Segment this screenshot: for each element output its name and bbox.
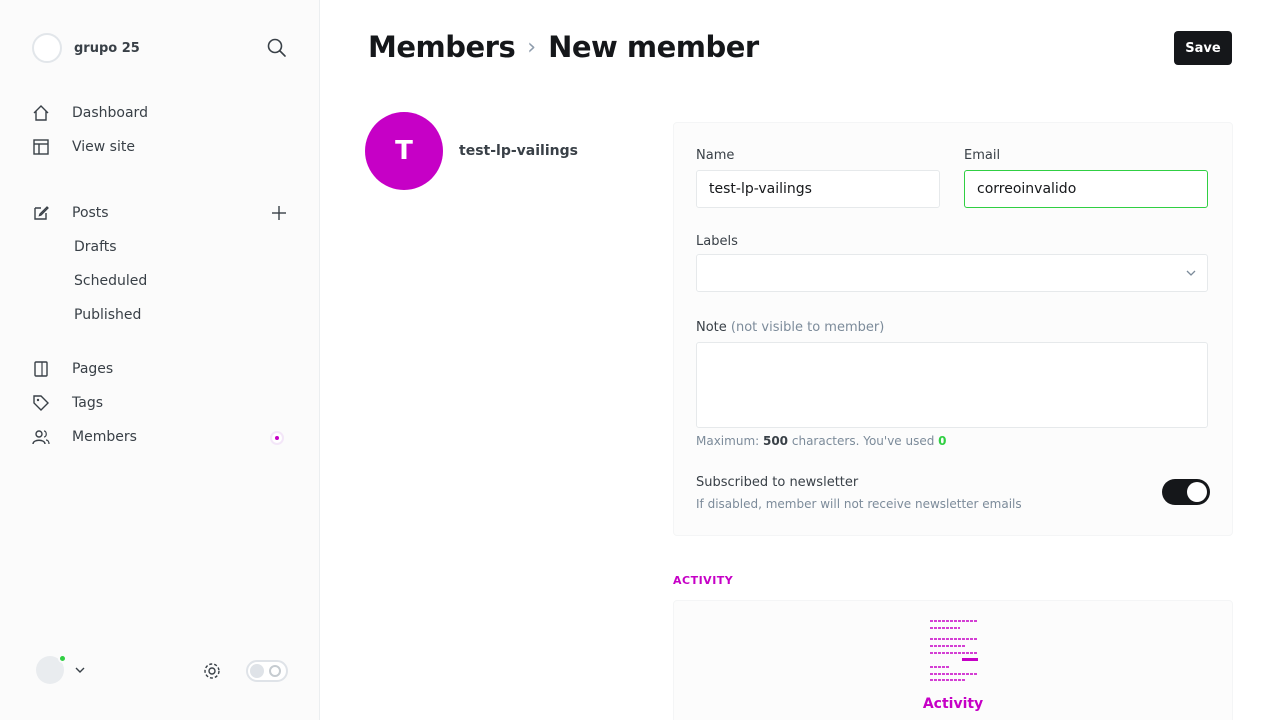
toggle-knob — [1187, 482, 1207, 502]
breadcrumb-members[interactable]: Members — [368, 30, 516, 64]
activity-panel: Activity — [673, 600, 1233, 720]
newsletter-title: Subscribed to newsletter — [696, 475, 859, 490]
search-icon[interactable] — [266, 37, 288, 59]
member-header: T test-lp-vailings — [365, 112, 578, 190]
sidebar-item-label: Pages — [72, 361, 114, 377]
chevron-down-icon[interactable] — [74, 664, 86, 676]
nav-content: Pages Tags Members — [32, 352, 288, 454]
moon-icon — [269, 665, 281, 677]
main-content: Members › New member Save T test-lp-vail… — [320, 0, 1280, 720]
newsletter-toggle[interactable] — [1162, 479, 1210, 505]
name-label: Name — [696, 148, 735, 163]
online-status-dot — [58, 654, 67, 663]
member-form: Name Email Labels Note (not visible to m… — [673, 122, 1233, 536]
note-hint-used: 0 — [938, 434, 947, 448]
newsletter-description: If disabled, member will not receive new… — [696, 497, 1022, 511]
note-hint-prefix: Maximum: — [696, 434, 763, 448]
sidebar-item-dashboard[interactable]: Dashboard — [32, 96, 288, 130]
sidebar-item-label: Dashboard — [72, 105, 148, 121]
site-name[interactable]: grupo 25 — [74, 41, 140, 56]
toggle-knob — [250, 664, 264, 678]
sidebar-item-label: View site — [72, 139, 135, 155]
tag-icon — [32, 394, 50, 412]
labels-label: Labels — [696, 234, 738, 249]
activity-empty-label: Activity — [922, 696, 984, 712]
email-field[interactable] — [964, 170, 1208, 208]
save-button[interactable]: Save — [1174, 31, 1232, 65]
breadcrumb-separator: › — [527, 34, 537, 60]
sidebar-footer — [32, 654, 288, 688]
note-sublabel: (not visible to member) — [730, 320, 885, 335]
chevron-down-icon — [1185, 267, 1197, 279]
note-label-text: Note — [696, 320, 727, 335]
sidebar: grupo 25 Dashboard View site Posts Draft… — [0, 0, 320, 720]
email-label: Email — [964, 148, 1001, 163]
note-label: Note (not visible to member) — [696, 320, 884, 335]
sidebar-item-pages[interactable]: Pages — [32, 352, 288, 386]
sidebar-item-label: Tags — [72, 395, 103, 411]
sidebar-item-view-site[interactable]: View site — [32, 130, 288, 164]
site-header: grupo 25 — [32, 32, 288, 64]
note-hint-max: 500 — [762, 434, 789, 448]
sidebar-item-members[interactable]: Members — [32, 420, 288, 454]
sidebar-item-published[interactable]: Published — [32, 298, 288, 332]
sidebar-item-scheduled[interactable]: Scheduled — [32, 264, 288, 298]
nav-primary: Dashboard View site — [32, 96, 288, 164]
sidebar-item-label: Posts — [72, 205, 109, 221]
page-icon — [32, 360, 50, 378]
activity-heading: ACTIVITY — [673, 574, 734, 587]
members-icon — [32, 428, 50, 446]
view-site-icon — [32, 138, 50, 156]
members-indicator — [270, 431, 284, 445]
member-display-name: test-lp-vailings — [459, 143, 578, 159]
name-field[interactable] — [696, 170, 940, 208]
nav-posts: Posts Drafts Scheduled Published — [32, 196, 288, 332]
note-field[interactable] — [696, 342, 1208, 428]
site-logo[interactable] — [32, 33, 62, 63]
plus-icon[interactable] — [270, 204, 288, 222]
labels-select[interactable] — [696, 254, 1208, 292]
page-title: New member — [548, 30, 759, 64]
sidebar-item-label: Members — [72, 429, 137, 445]
sidebar-item-tags[interactable]: Tags — [32, 386, 288, 420]
home-icon — [32, 104, 50, 122]
note-hint: Maximum: 500 characters. You've used 0 — [696, 434, 947, 448]
note-hint-mid: characters. You've used — [788, 434, 939, 448]
sidebar-item-posts[interactable]: Posts — [32, 196, 288, 230]
gear-icon[interactable] — [202, 661, 222, 681]
edit-icon — [32, 204, 50, 222]
sidebar-item-drafts[interactable]: Drafts — [32, 230, 288, 264]
night-mode-toggle[interactable] — [246, 660, 288, 682]
activity-illustration-icon — [926, 617, 982, 683]
breadcrumb: Members › New member — [368, 30, 759, 64]
member-avatar: T — [365, 112, 443, 190]
